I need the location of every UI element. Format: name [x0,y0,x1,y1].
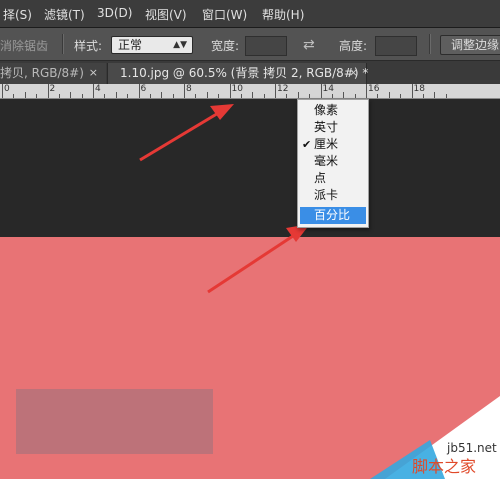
watermark-name: 脚本之家 [412,457,476,476]
site-watermark: jb51.net 脚本之家 [370,396,500,479]
watermark-site: jb51.net [446,441,497,455]
